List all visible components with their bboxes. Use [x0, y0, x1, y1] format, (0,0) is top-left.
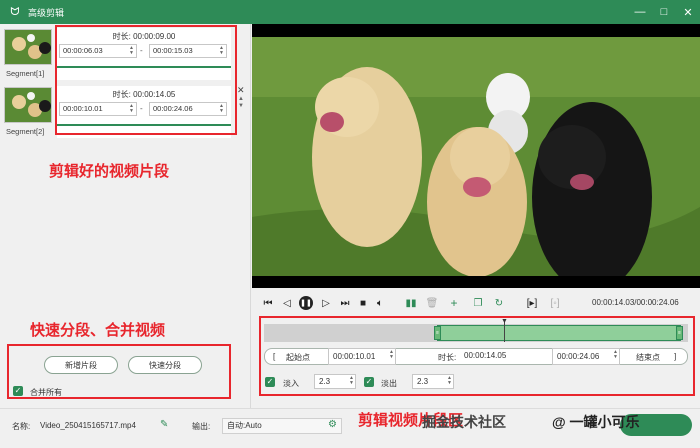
title-bar: ᗢ 高级剪辑 — □ ✕ [0, 0, 700, 24]
duration-label: 时长: [438, 353, 457, 362]
duration-value: 00:00:14.05 [464, 351, 507, 360]
next-frame-icon[interactable]: ▷ [320, 297, 332, 309]
pause-icon[interactable]: ❚❚ [299, 296, 313, 310]
mark-out-icon[interactable]: [◦] [549, 297, 561, 309]
fade-out-label: 淡出 [381, 379, 397, 388]
end-point-button[interactable]: 结束点 [636, 352, 660, 363]
edit-name-icon[interactable]: ✎ [160, 419, 168, 430]
fade-in-label: 淡入 [283, 379, 299, 388]
annotation-box [55, 25, 237, 135]
name-label: 名称: [12, 422, 31, 431]
spinner-icon[interactable]: ▲ ▼ [447, 376, 452, 386]
bracket-right: ] [674, 352, 677, 361]
playhead-marker-icon[interactable]: ▼ [501, 318, 508, 325]
stop-icon[interactable]: ■ [357, 297, 369, 309]
segment-thumbnail[interactable] [4, 29, 52, 65]
annotation-clips: 剪辑好的视频片段 [49, 163, 170, 180]
segment-thumbnail[interactable] [4, 87, 52, 123]
start-time-input[interactable]: 00:00:10.01 [328, 348, 396, 365]
reset-icon[interactable]: ↻ [493, 297, 505, 309]
fade-in-checkbox[interactable]: ✓ [265, 377, 275, 387]
end-time-input[interactable]: 00:00:24.06 [552, 348, 620, 365]
merge-all-label: 合并所有 [30, 388, 62, 397]
output-label: 输出: [192, 422, 211, 431]
file-name: Video_250415165717.mp4 [40, 421, 136, 430]
timeline-selection[interactable] [437, 325, 681, 341]
scroll-up-icon[interactable]: ▲ [238, 96, 244, 102]
segment-label: Segment[1] [6, 69, 45, 78]
window-title: 高级剪辑 [28, 7, 65, 18]
annotation-split-merge: 快速分段、合并视频 [30, 322, 166, 339]
prev-frame-icon[interactable]: ◁ [281, 297, 293, 309]
watermark-text: 掘金技术社区 [422, 414, 506, 430]
selection-start-handle[interactable]: ≡ [434, 326, 441, 340]
skip-start-icon[interactable]: ⏮ [262, 297, 274, 309]
mark-in-icon[interactable]: [▸] [526, 297, 538, 309]
scroll-down-icon[interactable]: ▼ [238, 103, 244, 109]
watermark-author: @ 一罐小可乐 [552, 414, 640, 430]
video-preview[interactable] [252, 37, 700, 276]
spinner-icon[interactable]: ▲ ▼ [349, 376, 354, 386]
minimize-button[interactable]: — [628, 0, 652, 24]
delete-segment-icon[interactable]: ✕ [237, 85, 245, 96]
spinner-icon[interactable]: ▲ ▼ [613, 350, 618, 360]
delete-icon[interactable]: 🗑︎ [426, 297, 439, 309]
start-point-button[interactable]: 起始点 [286, 352, 310, 363]
merge-all-checkbox[interactable]: ✓ [13, 386, 23, 396]
video-letterbox-bottom [252, 276, 700, 288]
selection-end-handle[interactable]: ≡ [676, 326, 683, 340]
close-button[interactable]: ✕ [676, 0, 700, 24]
volume-icon[interactable]: 🔈︎ [374, 297, 386, 309]
quick-split-button[interactable]: 快速分段 [128, 356, 202, 374]
fade-out-checkbox[interactable]: ✓ [364, 377, 374, 387]
app-logo-icon: ᗢ [10, 5, 20, 18]
bracket-left: [ [273, 352, 276, 361]
split-icon[interactable]: ▮▮ [405, 297, 417, 309]
skip-end-icon[interactable]: ⏭ [339, 297, 351, 309]
add-segment-button[interactable]: 新增片段 [44, 356, 118, 374]
video-letterbox-top [252, 24, 700, 37]
maximize-button[interactable]: □ [652, 0, 676, 24]
time-readout: 00:00:14.03/00:00:24.06 [592, 298, 679, 307]
segment-label: Segment[2] [6, 127, 45, 136]
spinner-icon[interactable]: ▲ ▼ [389, 350, 394, 360]
settings-gear-icon[interactable]: ⚙ [328, 419, 337, 430]
copy-icon[interactable]: ❐ [472, 297, 484, 309]
add-icon[interactable]: + [448, 296, 460, 310]
output-select[interactable]: 自动:Auto [222, 418, 342, 434]
